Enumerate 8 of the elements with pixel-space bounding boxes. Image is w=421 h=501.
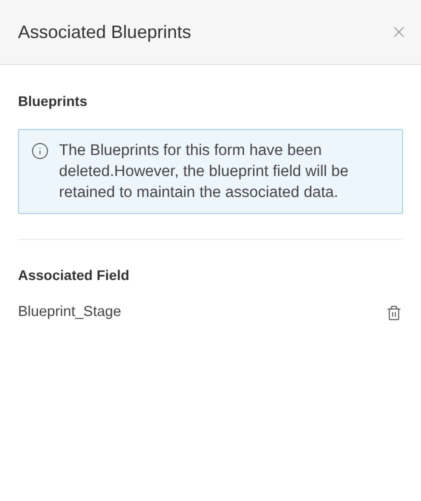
- delete-button[interactable]: [385, 304, 403, 322]
- section-heading: Associated Field: [18, 266, 130, 285]
- info-icon: [31, 142, 49, 160]
- notice-text: The Blueprints for this form have been deleted.However, the blueprint field will be retained to maintain the associated data.: [59, 141, 350, 203]
- section-heading: Blueprints: [18, 92, 88, 111]
- trash-icon: [386, 304, 402, 321]
- field-name: Blueprint_Stage: [18, 303, 122, 322]
- dialog-title: Associated Blueprints: [18, 20, 192, 44]
